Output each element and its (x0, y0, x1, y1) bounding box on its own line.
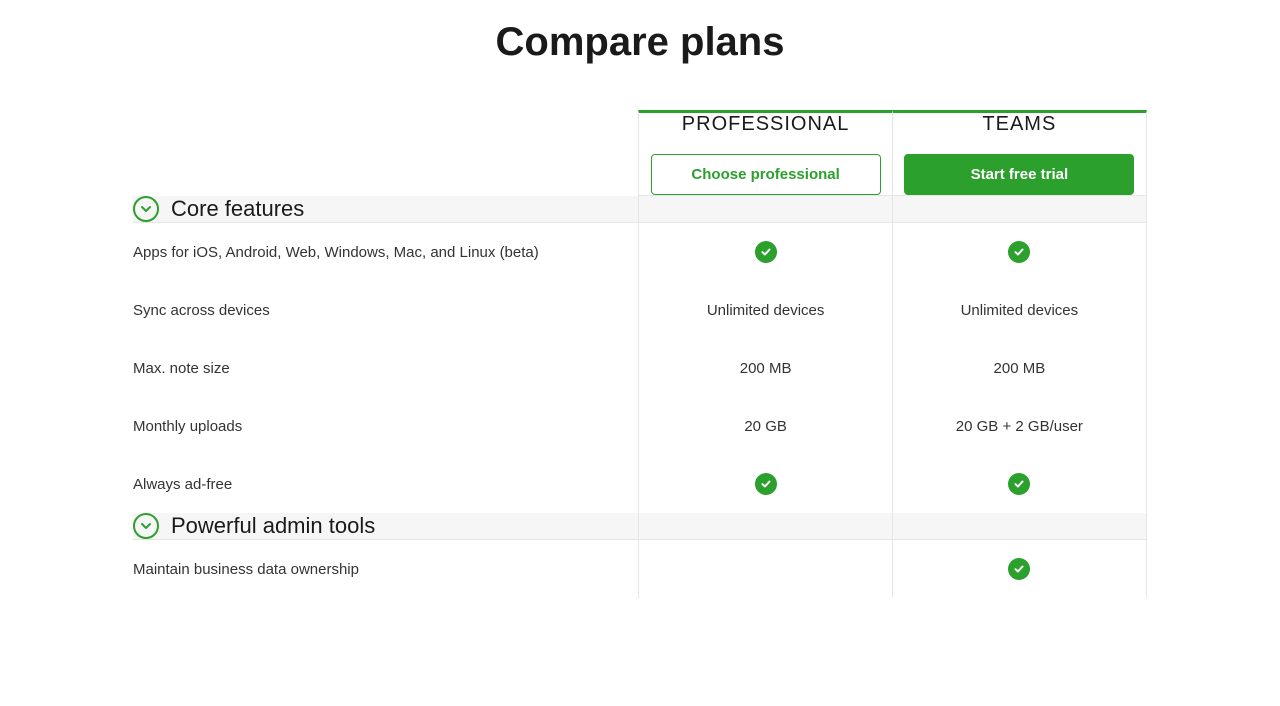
feature-value-cell: Unlimited devices (638, 281, 892, 339)
section-title: Core features (171, 196, 304, 222)
page-title: Compare plans (133, 20, 1147, 65)
feature-value-cell: 20 GB + 2 GB/user (893, 397, 1147, 455)
plan-header-professional: PROFESSIONAL Choose professional (638, 110, 892, 196)
feature-value-cell: 20 GB (638, 397, 892, 455)
feature-label: Max. note size (133, 339, 638, 397)
feature-label: Apps for iOS, Android, Web, Windows, Mac… (133, 223, 638, 281)
check-icon (1008, 473, 1030, 495)
feature-row: Apps for iOS, Android, Web, Windows, Mac… (133, 223, 1147, 281)
check-icon (1008, 558, 1030, 580)
start-free-trial-button[interactable]: Start free trial (904, 154, 1134, 195)
plan-name-professional: PROFESSIONAL (639, 113, 891, 136)
plan-header-teams: TEAMS Start free trial (893, 110, 1147, 196)
feature-value: 20 GB + 2 GB/user (956, 418, 1083, 435)
feature-row: Sync across devices Unlimited devices Unli… (133, 281, 1147, 339)
choose-professional-button[interactable]: Choose professional (651, 154, 881, 195)
chevron-down-icon (133, 513, 159, 539)
feature-value-cell (893, 455, 1147, 513)
feature-value: 200 MB (994, 360, 1046, 377)
feature-value: 200 MB (740, 360, 792, 377)
feature-row: Maintain business data ownership (133, 540, 1147, 598)
feature-label: Always ad-free (133, 455, 638, 513)
section-title: Powerful admin tools (171, 513, 375, 539)
section-toggle[interactable]: Core features (133, 196, 638, 223)
plan-name-teams: TEAMS (893, 113, 1146, 136)
feature-label: Maintain business data ownership (133, 540, 638, 598)
feature-value: 20 GB (744, 418, 787, 435)
feature-value-cell (638, 540, 892, 598)
section-row: Powerful admin tools (133, 513, 1147, 540)
feature-label: Sync across devices (133, 281, 638, 339)
check-icon (755, 473, 777, 495)
chevron-down-icon (133, 196, 159, 222)
feature-value: Unlimited devices (707, 302, 825, 319)
feature-value-cell (638, 455, 892, 513)
feature-row: Always ad-free (133, 455, 1147, 513)
feature-value-cell: 200 MB (638, 339, 892, 397)
feature-value-cell: Unlimited devices (893, 281, 1147, 339)
feature-value: Unlimited devices (961, 302, 1079, 319)
feature-value-cell (893, 540, 1147, 598)
check-icon (1008, 241, 1030, 263)
feature-value-cell: 200 MB (893, 339, 1147, 397)
section-toggle[interactable]: Powerful admin tools (133, 513, 638, 540)
feature-value-cell (893, 223, 1147, 281)
compare-plans-table: PROFESSIONAL Choose professional TEAMS S… (133, 110, 1147, 598)
section-row: Core features (133, 196, 1147, 223)
check-icon (755, 241, 777, 263)
feature-label: Monthly uploads (133, 397, 638, 455)
feature-value-cell (638, 223, 892, 281)
feature-row: Monthly uploads 20 GB 20 GB + 2 GB/user (133, 397, 1147, 455)
feature-row: Max. note size 200 MB 200 MB (133, 339, 1147, 397)
